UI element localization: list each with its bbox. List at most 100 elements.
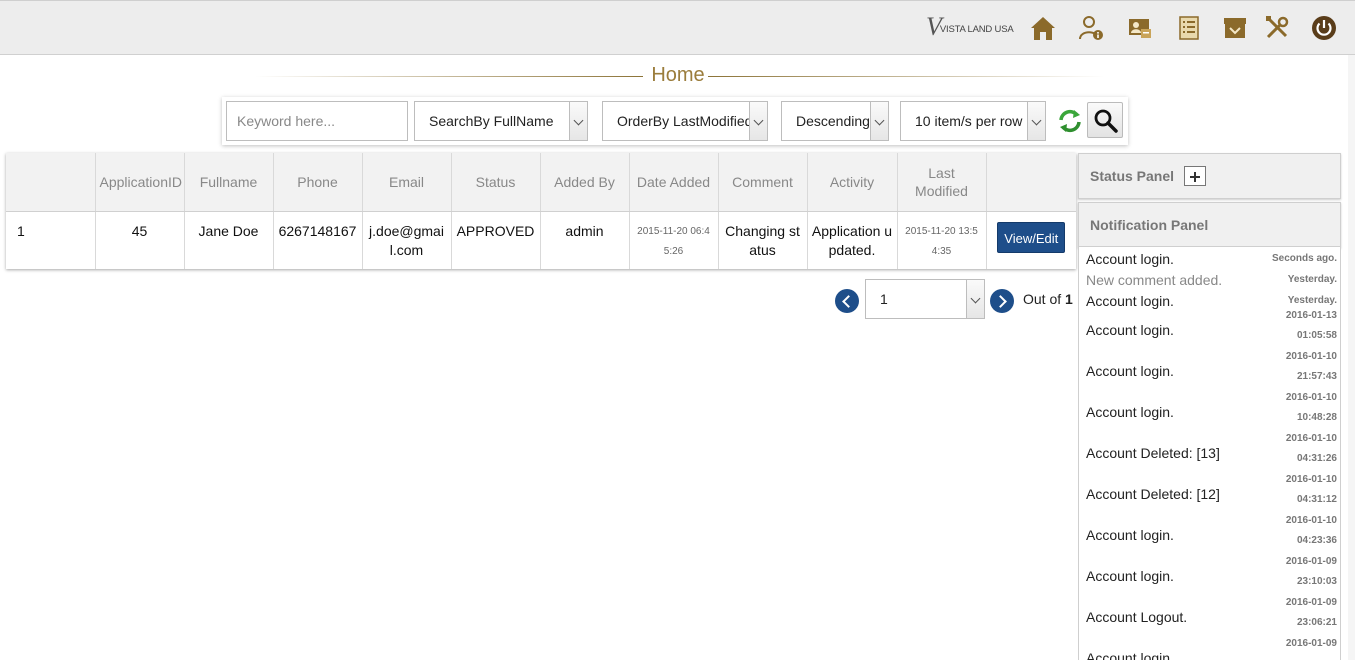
chevron-down-icon xyxy=(966,280,984,318)
list-icon[interactable] xyxy=(1175,14,1203,42)
column-header-added-by[interactable]: Added By xyxy=(539,153,629,212)
top-navbar: V VISTA LAND USA xyxy=(0,0,1355,55)
cell-fullname: Jane Doe xyxy=(183,211,273,269)
notification-item[interactable]: Account login. 2016-01-10 10:48:28 xyxy=(1079,392,1340,433)
status-panel-header: Status Panel xyxy=(1078,153,1341,199)
view-edit-button[interactable]: View/Edit xyxy=(997,221,1066,253)
cell-index: 1 xyxy=(17,222,25,239)
order-by-select[interactable]: OrderBy LastModified xyxy=(602,101,768,141)
id-card-icon[interactable] xyxy=(1126,14,1154,42)
column-header-status[interactable]: Status xyxy=(450,153,540,212)
notification-clock-time: 23:10:03 xyxy=(1296,576,1337,587)
page-select[interactable]: 1 xyxy=(865,279,985,319)
search-toolbar: SearchBy FullName OrderBy LastModified D… xyxy=(222,97,1128,145)
column-header-actions xyxy=(985,153,1076,212)
notification-item[interactable]: Account login. 2016-01-10 04:23:36 xyxy=(1079,515,1340,556)
notification-date: 2016-01-09 xyxy=(1285,556,1337,567)
cell-application-id: 45 xyxy=(94,211,184,269)
notification-time: 2016-01-13 01:05:58 xyxy=(1286,306,1337,346)
notification-clock-time: 21:57:43 xyxy=(1296,371,1337,382)
page-out-of-label: Out of xyxy=(1023,291,1062,307)
notification-time: 2016-01-09 23:06:21 xyxy=(1286,593,1337,633)
column-header-last-modified[interactable]: Last Modified xyxy=(896,153,986,212)
column-header-comment[interactable]: Comment xyxy=(717,153,807,212)
notification-item[interactable]: Account login. Seconds ago. xyxy=(1079,247,1340,268)
cell-last-modified: 2015-11-20 13:54:35 xyxy=(896,211,986,269)
next-page-button[interactable] xyxy=(990,289,1014,313)
cell-added-by: admin xyxy=(539,211,629,269)
cell-actions: View/Edit xyxy=(985,211,1076,269)
notification-clock-time: 01:05:58 xyxy=(1296,330,1337,341)
notification-clock-time: 10:48:28 xyxy=(1296,412,1337,423)
search-button[interactable] xyxy=(1087,102,1123,138)
notification-time: Yesterday. xyxy=(1287,274,1337,285)
keyword-search-input[interactable] xyxy=(226,101,408,141)
notification-time: 2016-01-10 04:31:12 xyxy=(1286,470,1337,510)
column-header-fullname[interactable]: Fullname xyxy=(183,153,273,212)
column-header-application-id[interactable]: ApplicationID xyxy=(94,153,184,212)
notification-message: Account login. xyxy=(1086,404,1174,420)
notification-date: 2016-01-10 xyxy=(1285,474,1337,485)
notification-panel-title: Notification Panel xyxy=(1090,217,1209,233)
notification-time: 2016-01-10 04:31:26 xyxy=(1286,429,1337,469)
expand-plus-icon[interactable] xyxy=(1183,166,1206,187)
page-select-value: 1 xyxy=(880,291,888,307)
notification-time: 2016-01-10 10:48:28 xyxy=(1286,388,1337,428)
search-icon xyxy=(1094,109,1118,133)
notification-message: Account login. xyxy=(1086,251,1174,267)
column-header-email[interactable]: Email xyxy=(361,153,451,212)
page-total: Out of 1 xyxy=(1023,291,1073,307)
notification-clock-time: 04:31:26 xyxy=(1296,453,1337,464)
column-header-activity[interactable]: Activity xyxy=(806,153,897,212)
user-info-icon[interactable] xyxy=(1077,14,1105,42)
notification-message: Account login. xyxy=(1086,293,1174,309)
column-header-date-added[interactable]: Date Added xyxy=(628,153,718,212)
sort-direction-select[interactable]: Descending xyxy=(781,101,889,141)
notification-message: Account login. xyxy=(1086,568,1174,584)
notification-item[interactable]: Account Deleted: [12] 2016-01-10 04:31:12 xyxy=(1079,474,1340,515)
previous-page-button[interactable] xyxy=(835,289,859,313)
column-header-phone[interactable]: Phone xyxy=(272,153,362,212)
notification-message: Account login. xyxy=(1086,650,1174,660)
search-by-select[interactable]: SearchBy FullName xyxy=(414,101,588,141)
chevron-down-icon xyxy=(870,102,888,140)
cell-status: APPROVED xyxy=(450,211,540,269)
page-title: Home xyxy=(651,64,705,86)
notification-item[interactable]: Account login. 2016-01-09 23:10:03 xyxy=(1079,556,1340,597)
home-icon[interactable] xyxy=(1029,14,1057,42)
per-page-select[interactable]: 10 item/s per row xyxy=(900,101,1046,141)
notification-item[interactable]: Account Logout. 2016-01-09 23:06:21 xyxy=(1079,597,1340,638)
order-by-value: OrderBy LastModified xyxy=(617,113,753,129)
cell-activity: Application updated. xyxy=(806,211,897,269)
notification-item[interactable]: New comment added. Yesterday. xyxy=(1079,268,1340,289)
page-scrollbar[interactable] xyxy=(1348,55,1355,660)
cell-phone: 6267148167 xyxy=(272,211,362,269)
cell-comment: Changing status xyxy=(717,211,807,269)
chevron-down-icon xyxy=(1027,102,1045,140)
archive-box-icon[interactable] xyxy=(1221,14,1249,42)
tools-icon[interactable] xyxy=(1263,14,1291,42)
notification-date: 2016-01-10 xyxy=(1285,433,1337,444)
notification-item[interactable]: Account login. 2016-01-10 21:57:43 xyxy=(1079,351,1340,392)
table-row: 1 45 Jane Doe 6267148167 j.doe@gmail.com… xyxy=(6,211,1076,269)
notification-message: New comment added. xyxy=(1086,272,1223,288)
refresh-icon[interactable] xyxy=(1056,107,1084,135)
title-divider-left xyxy=(255,76,643,77)
page-title-row: Home xyxy=(255,62,1105,90)
column-header-index[interactable] xyxy=(6,153,95,212)
notification-item[interactable]: Account Deleted: [13] 2016-01-10 04:31:26 xyxy=(1079,433,1340,474)
title-divider-right xyxy=(708,76,1105,77)
notification-item[interactable]: Account login. 2016-01-13 01:05:58 xyxy=(1079,310,1340,351)
status-panel-title: Status Panel xyxy=(1090,168,1175,184)
page-total-count: 1 xyxy=(1065,291,1073,307)
notification-message: Account Deleted: [13] xyxy=(1086,445,1220,461)
notification-list[interactable]: Account login. Seconds ago. New comment ad… xyxy=(1078,246,1341,660)
per-page-value: 10 item/s per row xyxy=(915,113,1023,129)
power-icon[interactable] xyxy=(1310,14,1338,42)
notification-time: 2016-01-09 23:10:03 xyxy=(1286,552,1337,592)
notification-message: Account login. xyxy=(1086,363,1174,379)
cell-email: j.doe@gmail.com xyxy=(361,211,451,269)
vista-land-logo[interactable]: V VISTA LAND USA xyxy=(926,12,1014,42)
notification-item[interactable]: Account login. 2016-01-09 xyxy=(1079,638,1340,660)
cell-date-added: 2015-11-20 06:45:26 xyxy=(628,211,718,269)
